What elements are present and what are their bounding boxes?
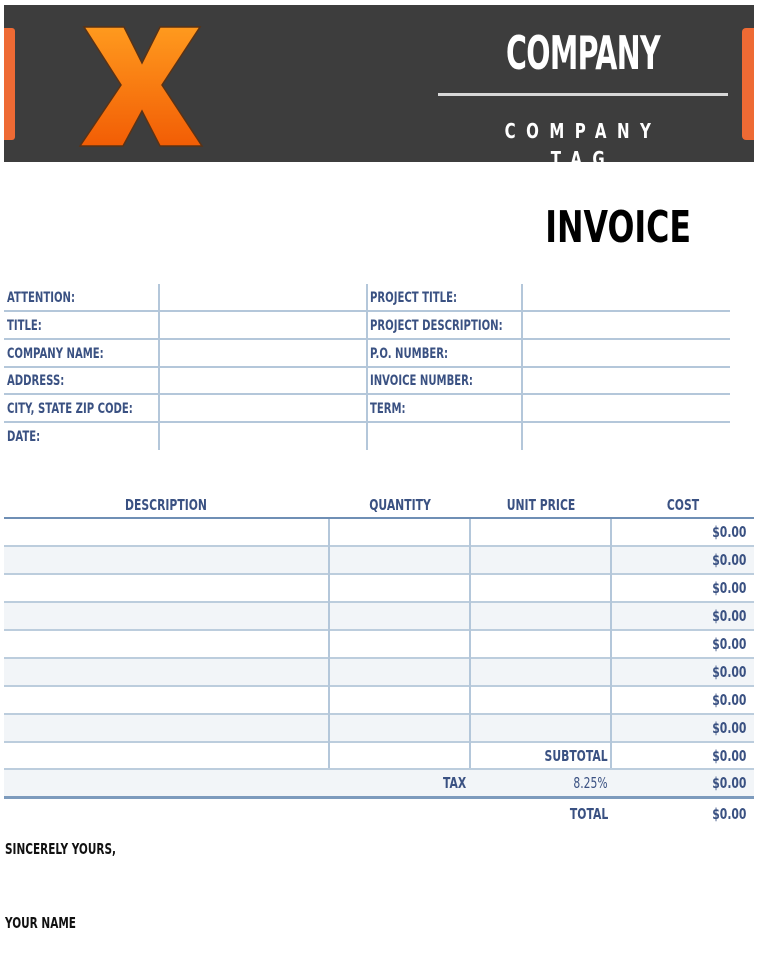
quantity-cell[interactable] xyxy=(330,659,469,685)
company-header: COMPANY COMPANY TAG xyxy=(4,5,754,162)
project-description-field[interactable] xyxy=(524,312,730,338)
quantity-cell[interactable] xyxy=(330,547,469,573)
unit-price-cell[interactable] xyxy=(471,575,610,601)
table-row: $0.00 xyxy=(4,575,754,601)
total-label: TOTAL xyxy=(569,805,608,823)
company-name-field[interactable] xyxy=(161,340,365,366)
term-field[interactable] xyxy=(524,395,730,421)
subtotal-label: SUBTOTAL xyxy=(544,747,608,765)
table-row: $0.00 xyxy=(4,603,754,629)
column-header-description: DESCRIPTION xyxy=(125,496,207,514)
title-field[interactable] xyxy=(161,312,365,338)
unit-price-cell[interactable] xyxy=(471,659,610,685)
tax-rate-field[interactable]: 8.25% xyxy=(574,770,608,796)
unit-price-cell[interactable] xyxy=(471,547,610,573)
unit-price-cell[interactable] xyxy=(471,519,610,545)
description-cell[interactable] xyxy=(4,715,328,741)
cost-cell: $0.00 xyxy=(711,551,746,569)
invoice-number-field[interactable] xyxy=(524,368,730,393)
column-header-quantity: QUANTITY xyxy=(369,496,431,514)
cost-cell: $0.00 xyxy=(711,719,746,737)
company-name: COMPANY xyxy=(505,26,661,80)
table-row: $0.00 xyxy=(4,631,754,657)
tax-label: TAX xyxy=(442,774,466,792)
cost-cell: $0.00 xyxy=(711,523,746,541)
column-header-cost: COST xyxy=(666,496,700,514)
cost-cell: $0.00 xyxy=(711,579,746,597)
cost-cell: $0.00 xyxy=(711,663,746,681)
quantity-cell[interactable] xyxy=(330,715,469,741)
subtotal-value: $0.00 xyxy=(711,747,746,765)
signature-name: YOUR NAME xyxy=(5,914,76,932)
date-label: DATE: xyxy=(7,429,41,445)
table-row: $0.00 xyxy=(4,547,754,573)
project-title-label: PROJECT TITLE: xyxy=(370,290,457,306)
description-cell[interactable] xyxy=(4,631,328,657)
column-header-unit-price: UNIT PRICE xyxy=(506,496,576,514)
total-row: TOTAL $0.00 xyxy=(4,800,754,828)
project-title-field[interactable] xyxy=(524,284,730,310)
title-label: TITLE: xyxy=(7,318,42,334)
po-number-label: P.O. NUMBER: xyxy=(370,346,449,362)
description-cell[interactable] xyxy=(4,547,328,573)
date-field[interactable] xyxy=(161,423,365,449)
description-cell[interactable] xyxy=(4,603,328,629)
total-value: $0.00 xyxy=(711,805,746,823)
quantity-cell[interactable] xyxy=(330,603,469,629)
description-cell[interactable] xyxy=(4,659,328,685)
unit-price-cell[interactable] xyxy=(471,603,610,629)
cost-cell: $0.00 xyxy=(711,635,746,653)
unit-price-cell[interactable] xyxy=(471,687,610,713)
description-cell[interactable] xyxy=(4,575,328,601)
table-row: $0.00 xyxy=(4,687,754,713)
po-number-field[interactable] xyxy=(524,340,730,366)
invoice-title: INVOICE xyxy=(545,202,692,253)
table-row: $0.00 xyxy=(4,519,754,545)
header-divider xyxy=(438,93,728,96)
quantity-cell[interactable] xyxy=(330,575,469,601)
company-tag: COMPANY TAG xyxy=(504,119,662,162)
attention-field[interactable] xyxy=(161,284,365,310)
city-state-zip-label: CITY, STATE ZIP CODE: xyxy=(7,401,133,417)
quantity-cell[interactable] xyxy=(330,631,469,657)
tax-row: TAX 8.25% $0.00 xyxy=(4,770,754,796)
quantity-cell[interactable] xyxy=(330,687,469,713)
left-accent-tab xyxy=(4,28,15,140)
orange-x-logo-icon xyxy=(78,26,204,147)
company-name-label: COMPANY NAME: xyxy=(7,346,104,362)
unit-price-cell[interactable] xyxy=(471,715,610,741)
closing-text: SINCERELY YOURS, xyxy=(5,840,117,858)
table-row: $0.00 xyxy=(4,659,754,685)
table-bottom-rule xyxy=(4,796,754,799)
subtotal-row: SUBTOTAL $0.00 xyxy=(4,742,754,770)
cost-cell: $0.00 xyxy=(711,691,746,709)
table-row: $0.00 xyxy=(4,715,754,741)
quantity-cell[interactable] xyxy=(330,519,469,545)
invoice-number-label: INVOICE NUMBER: xyxy=(370,373,473,389)
project-description-label: PROJECT DESCRIPTION: xyxy=(370,318,503,334)
address-label: ADDRESS: xyxy=(7,373,65,389)
unit-price-cell[interactable] xyxy=(471,631,610,657)
tax-value: $0.00 xyxy=(711,774,746,792)
address-field[interactable] xyxy=(161,368,365,393)
description-cell[interactable] xyxy=(4,519,328,545)
attention-label: ATTENTION: xyxy=(7,290,75,306)
term-label: TERM: xyxy=(370,401,406,417)
cost-cell: $0.00 xyxy=(711,607,746,625)
city-state-zip-field[interactable] xyxy=(161,395,365,421)
right-accent-tab xyxy=(742,28,754,140)
description-cell[interactable] xyxy=(4,687,328,713)
